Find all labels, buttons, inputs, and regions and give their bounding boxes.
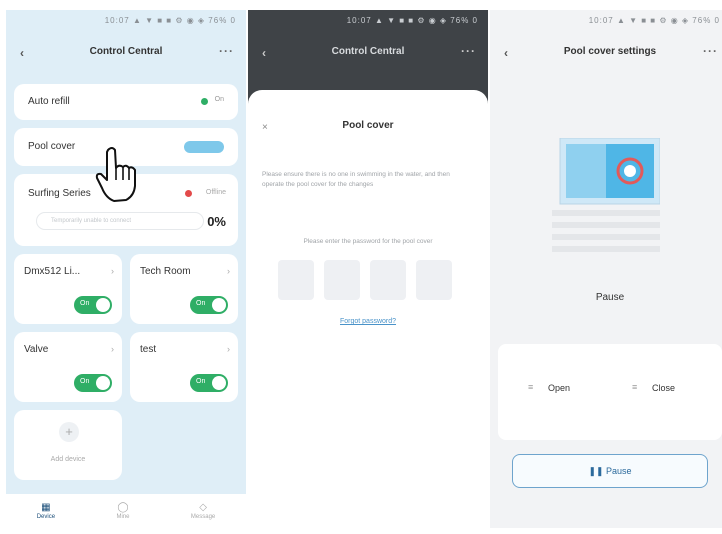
cover-control-panel: ≡ Open ≡ Close [498, 344, 722, 440]
page-title: Pool cover settings [563, 46, 657, 57]
device-label: Tech Room [140, 266, 191, 277]
back-icon[interactable]: ‹ [504, 46, 508, 60]
status-bar: 10:07 ▲ ▼ ■ ■ ⚙ ◉ ◈ 76% 0 [588, 16, 720, 25]
surfing-label: Surfing Series [28, 188, 91, 199]
nav-bar: ‹ Control Central ··· [248, 44, 488, 66]
device-card-tech-room[interactable]: Tech Room › On [130, 254, 238, 324]
device-label: Valve [24, 344, 49, 355]
page-title: Control Central [89, 46, 163, 57]
plus-icon: + [59, 422, 79, 442]
auto-refill-status: On [214, 96, 224, 103]
pin-box[interactable] [324, 260, 360, 300]
surfing-status: Offline [205, 189, 226, 196]
device-card-test[interactable]: test › On [130, 332, 238, 402]
tab-bar: ▦ Device ◯ Mine ◇ Message [6, 494, 246, 528]
close-button[interactable]: ≡ Close [616, 378, 706, 400]
chevron-icon: › [111, 344, 114, 354]
device-label: test [140, 344, 157, 355]
open-label: Open [548, 383, 571, 393]
pin-box[interactable] [416, 260, 452, 300]
pin-box[interactable] [278, 260, 314, 300]
device-icon: ▦ [41, 502, 51, 513]
device-toggle[interactable]: On [190, 296, 228, 314]
more-icon[interactable]: ··· [219, 44, 234, 58]
close-label: Close [652, 383, 676, 393]
device-toggle[interactable]: On [74, 374, 112, 392]
notice-text: Please ensure there is no one in swimmin… [262, 171, 450, 188]
nav-bar: ‹ Control Central ··· [6, 44, 246, 66]
password-prompt: Please enter the password for the pool c… [303, 238, 433, 245]
nav-bar: ‹ Pool cover settings ··· [490, 44, 722, 66]
page-title: Control Central [331, 46, 405, 57]
chevron-icon: › [227, 344, 230, 354]
open-button[interactable]: ≡ Open [512, 378, 602, 400]
chevron-icon: › [227, 266, 230, 276]
forgot-password-link[interactable]: Forgot password? [248, 318, 488, 325]
password-sheet-screen: 10:07 ▲ ▼ ■ ■ ⚙ ◉ ◈ 76% 0 ‹ Control Cent… [248, 10, 488, 528]
tab-message[interactable]: ◇ Message [191, 502, 215, 520]
cover-status: Pause [595, 292, 625, 303]
device-card-dmx[interactable]: Dmx512 Li... › On [14, 254, 122, 324]
surfing-progress-bar: Temporarily unable to connect [36, 212, 204, 230]
pin-box[interactable] [370, 260, 406, 300]
tab-mine[interactable]: ◯ Mine [116, 502, 129, 520]
close-cover-icon: ≡ [632, 382, 638, 392]
pause-icon: ❚❚ [588, 466, 607, 476]
user-icon: ◯ [117, 502, 129, 513]
add-device-label: Add device [50, 456, 86, 463]
auto-refill-label: Auto refill [28, 96, 70, 107]
pointing-hand-icon [95, 147, 136, 202]
open-icon: ≡ [528, 382, 534, 392]
status-dot-icon [201, 98, 208, 105]
back-icon[interactable]: ‹ [20, 46, 24, 60]
add-device-card[interactable]: + Add device [14, 410, 122, 480]
device-card-valve[interactable]: Valve › On [14, 332, 122, 402]
tab-device[interactable]: ▦ Device [37, 502, 55, 520]
pool-cover-settings-screen: 10:07 ▲ ▼ ■ ■ ⚙ ◉ ◈ 76% 0 ‹ Pool cover s… [490, 10, 722, 528]
surfing-percent: 0% [207, 214, 226, 229]
control-central-screen: 10:07 ▲ ▼ ■ ■ ⚙ ◉ ◈ 76% 0 ‹ Control Cent… [6, 10, 246, 528]
auto-refill-card[interactable]: Auto refill On [14, 84, 238, 120]
more-icon[interactable]: ··· [703, 44, 718, 58]
offline-dot-icon [185, 190, 192, 197]
sheet-title: Pool cover [342, 120, 394, 131]
status-bar: 10:07 ▲ ▼ ■ ■ ⚙ ◉ ◈ 76% 0 [346, 16, 478, 25]
chevron-icon: › [111, 266, 114, 276]
pause-button[interactable]: ❚❚ Pause [512, 454, 708, 488]
pool-cover-illustration-icon [552, 138, 660, 252]
device-toggle[interactable]: On [190, 374, 228, 392]
back-icon[interactable]: ‹ [262, 46, 266, 60]
pool-cover-toggle[interactable] [184, 141, 224, 153]
device-label: Dmx512 Li... [24, 266, 81, 277]
message-icon: ◇ [199, 502, 207, 513]
pool-cover-label: Pool cover [28, 141, 76, 152]
more-icon[interactable]: ··· [461, 44, 476, 58]
password-sheet: × Pool cover Please ensure there is no o… [248, 90, 488, 528]
device-toggle[interactable]: On [74, 296, 112, 314]
status-bar: 10:07 ▲ ▼ ■ ■ ⚙ ◉ ◈ 76% 0 [104, 16, 236, 25]
